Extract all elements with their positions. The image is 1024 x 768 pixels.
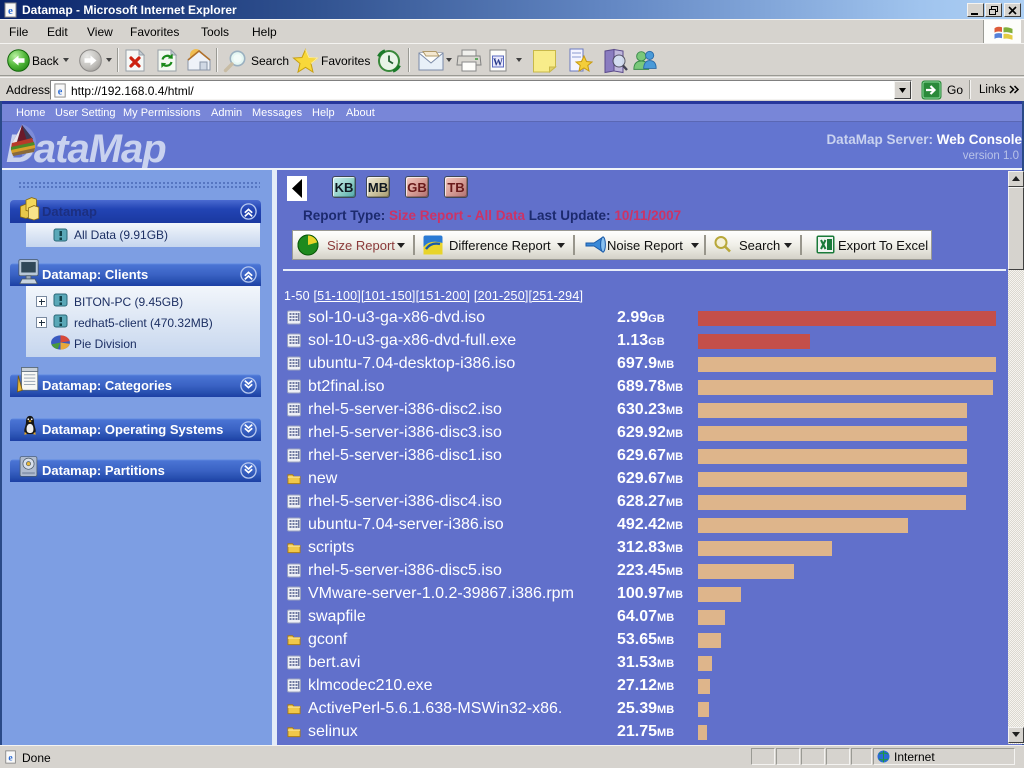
svg-text:e: e	[8, 753, 13, 764]
svg-text:e: e	[58, 86, 63, 97]
svg-text:e: e	[8, 5, 13, 17]
svg-text:W: W	[493, 58, 503, 69]
